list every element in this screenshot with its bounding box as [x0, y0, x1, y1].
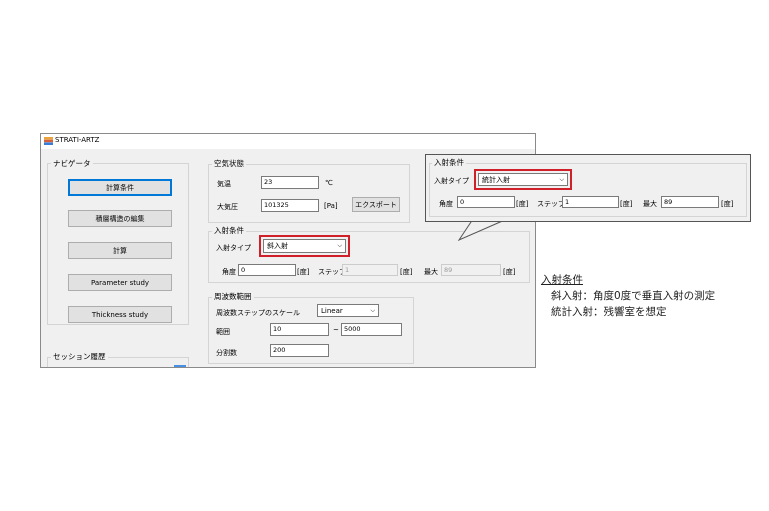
frequency-label: 周波数範囲 — [212, 291, 254, 302]
incidence-type-select[interactable]: 斜入射 ⌵ — [263, 239, 346, 253]
temperature-label: 気温 — [217, 180, 231, 188]
max-label: 最大 — [424, 268, 438, 276]
callout-step-label: ステップ — [537, 200, 565, 208]
air-state-group — [208, 164, 410, 223]
callout-type-label: 入射タイプ — [434, 177, 469, 185]
note-title: 入射条件 — [541, 274, 583, 286]
callout-max-input[interactable]: 89 — [661, 196, 719, 208]
app-logo-icon — [44, 137, 53, 145]
note-line-oblique: 斜入射：角度0度で垂直入射の測定 — [551, 290, 716, 302]
chevron-down-icon: ⌵ — [370, 306, 375, 314]
step-unit: [度] — [400, 268, 413, 276]
frequency-scale-label: 周波数ステップのスケール — [216, 309, 300, 317]
temperature-unit: ℃ — [325, 179, 333, 187]
callout-panel: 入射条件 入射タイプ 統計入射 ⌵ 角度 0 [度] ステップ 1 [度] 最大… — [425, 154, 751, 222]
air-state-label: 空気状態 — [212, 158, 246, 169]
callout-max-label: 最大 — [643, 200, 657, 208]
temperature-input[interactable]: 23 — [261, 176, 319, 189]
angle-unit: [度] — [297, 268, 310, 276]
callout-step-unit: [度] — [620, 200, 633, 208]
division-count-input[interactable]: 200 — [270, 344, 329, 357]
pressure-unit: [Pa] — [324, 202, 338, 210]
pressure-label: 大気圧 — [217, 203, 238, 211]
frequency-scale-select[interactable]: Linear ⌵ — [317, 304, 379, 317]
calc-conditions-button[interactable]: 計算条件 — [68, 179, 172, 196]
division-count-label: 分割数 — [216, 349, 237, 357]
chevron-down-icon: ⌵ — [559, 175, 564, 183]
range-label: 範囲 — [216, 328, 230, 336]
max-input[interactable]: 89 — [441, 264, 501, 276]
max-unit: [度] — [503, 268, 516, 276]
session-history-label: セッション履歴 — [51, 351, 108, 362]
angle-input[interactable]: 0 — [238, 264, 296, 276]
callout-type-value: 統計入射 — [482, 175, 510, 184]
title-bar: STRATI-ARTZ — [41, 134, 535, 149]
session-history-scroll-thumb[interactable] — [174, 365, 186, 367]
navigator-label: ナビゲータ — [51, 158, 93, 169]
range-separator: ~ — [333, 326, 339, 334]
angle-label: 角度 — [222, 268, 236, 276]
callout-type-select[interactable]: 統計入射 ⌵ — [478, 173, 568, 186]
callout-step-input[interactable]: 1 — [562, 196, 619, 208]
range-to-input[interactable]: 5000 — [341, 323, 402, 336]
callout-incidence-label: 入射条件 — [432, 157, 466, 168]
incidence-type-value: 斜入射 — [267, 242, 288, 250]
calculate-button[interactable]: 計算 — [68, 242, 172, 259]
parameter-study-button[interactable]: Parameter study — [68, 274, 172, 291]
chevron-down-icon: ⌵ — [337, 242, 342, 249]
callout-angle-input[interactable]: 0 — [457, 196, 515, 208]
thickness-study-button[interactable]: Thickness study — [68, 306, 172, 323]
pressure-input[interactable]: 101325 — [261, 199, 319, 212]
callout-max-unit: [度] — [721, 200, 734, 208]
step-input[interactable]: 1 — [342, 264, 398, 276]
incidence-type-label: 入射タイプ — [216, 244, 251, 252]
edit-layers-button[interactable]: 積層構造の編集 — [68, 210, 172, 227]
range-from-input[interactable]: 10 — [270, 323, 329, 336]
callout-angle-unit: [度] — [516, 200, 529, 208]
window-title: STRATI-ARTZ — [55, 136, 100, 144]
incidence-label: 入射条件 — [212, 225, 246, 236]
note-line-statistical: 統計入射：残響室を想定 — [551, 306, 667, 318]
frequency-scale-value: Linear — [321, 306, 343, 315]
callout-angle-label: 角度 — [439, 200, 453, 208]
export-button[interactable]: エクスポート — [352, 197, 400, 212]
